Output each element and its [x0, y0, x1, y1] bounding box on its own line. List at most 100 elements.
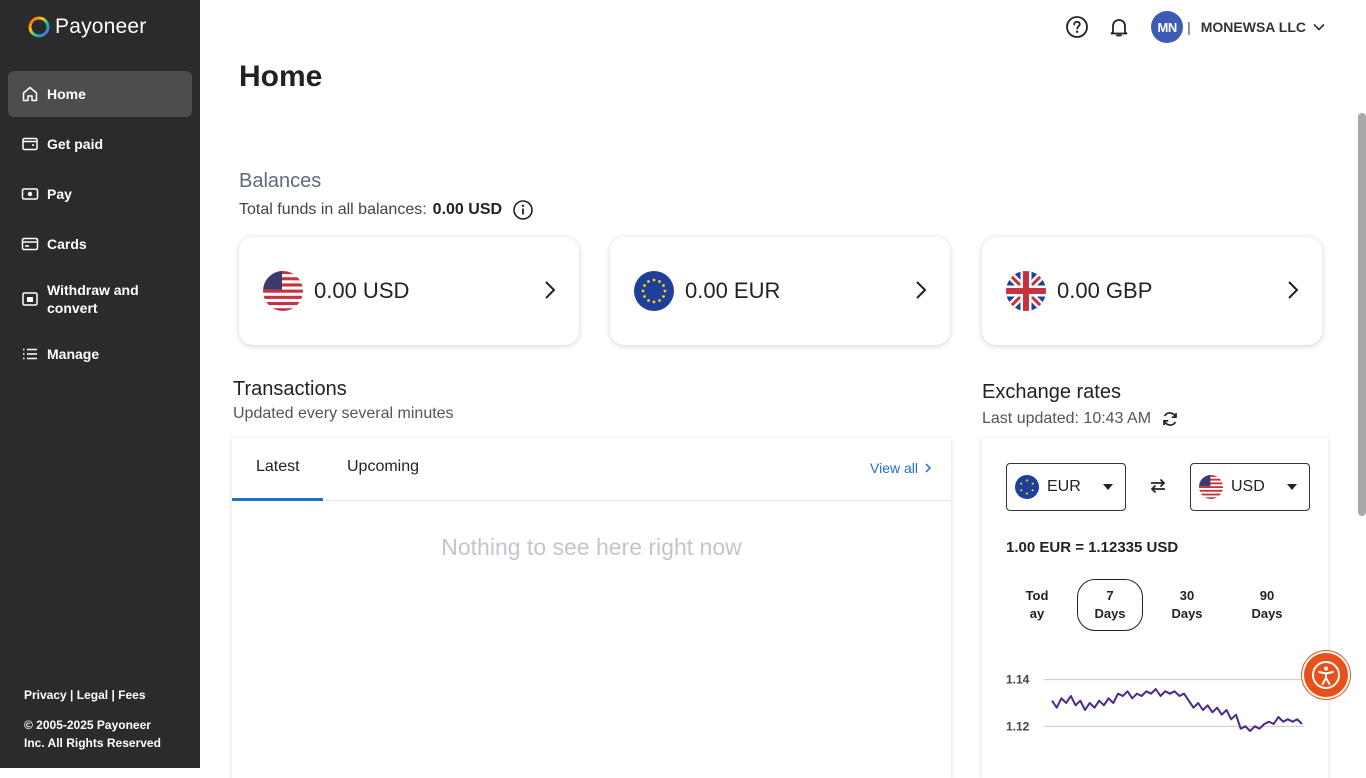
footer-separator: |: [70, 688, 77, 702]
exchange-rate: 1.00 EUR = 1.12335 USD: [1006, 539, 1179, 556]
to-currency-select[interactable]: USD: [1190, 463, 1310, 511]
sidebar-item-label: Cards: [47, 236, 87, 252]
total-funds: Total funds in all balances: 0.00 USD: [239, 199, 534, 221]
balances-heading: Balances: [239, 170, 322, 192]
chart-y-tick-label: 1.14: [1006, 673, 1030, 687]
sidebar-item-withdraw[interactable]: Withdraw and convert: [8, 271, 192, 327]
uk-flag-icon: [1006, 271, 1046, 311]
us-flag-icon: [1199, 475, 1223, 499]
range-line: Tod: [1025, 588, 1049, 603]
to-currency-value: USD: [1231, 478, 1265, 495]
info-icon[interactable]: [512, 199, 534, 221]
sidebar-nav: Home Get paid Pay Cards Withdraw and con…: [8, 71, 192, 381]
fees-link[interactable]: Fees: [118, 688, 145, 702]
transactions-panel: Latest Upcoming View all Nothing to see …: [232, 438, 951, 778]
active-tab-indicator: [232, 498, 323, 501]
last-updated-text: Last updated: 10:43 AM: [982, 410, 1152, 427]
range-7-days[interactable]: 7 Days: [1077, 579, 1143, 631]
transactions-subheading: Updated every several minutes: [233, 405, 454, 422]
tab-upcoming[interactable]: Upcoming: [347, 458, 419, 476]
privacy-link[interactable]: Privacy: [24, 688, 67, 702]
transactions-tabs: Latest Upcoming View all: [232, 438, 951, 501]
exchange-heading: Exchange rates: [982, 381, 1121, 403]
view-all-label: View all: [870, 460, 918, 476]
range-line: Days: [1171, 606, 1203, 621]
footer-links: Privacy | Legal | Fees: [24, 688, 146, 702]
eu-flag-icon: [1015, 475, 1039, 499]
caret-down-icon: [1287, 484, 1297, 490]
sidebar: Payoneer Home Get paid Pay Cards Withdra…: [0, 0, 200, 768]
range-line: 7: [1106, 588, 1114, 603]
sidebar-item-get-paid[interactable]: Get paid: [8, 121, 192, 167]
chevron-right-icon: [916, 281, 927, 299]
sidebar-item-label: Manage: [47, 346, 100, 362]
balance-amount: 0.00 GBP: [1057, 278, 1153, 303]
balance-amount: 0.00 EUR: [685, 278, 781, 303]
eu-flag-icon: [634, 271, 674, 311]
header-separator: |: [1187, 19, 1191, 35]
page-scrollbar[interactable]: [1358, 113, 1366, 516]
range-90-days[interactable]: 90 Days: [1234, 579, 1300, 631]
view-all-link[interactable]: View all: [870, 460, 932, 476]
from-currency-value: EUR: [1047, 478, 1081, 495]
sidebar-item-manage[interactable]: Manage: [8, 331, 192, 377]
list-icon: [23, 348, 37, 360]
chart-series-line: [1051, 688, 1303, 732]
sidebar-item-label: Home: [47, 86, 86, 102]
sidebar-item-label: Withdraw and convert: [47, 282, 139, 316]
range-line: Days: [1251, 606, 1283, 621]
balance-amount: 0.00 USD: [314, 278, 410, 303]
total-funds-label: Total funds in all balances:: [239, 201, 427, 218]
money-icon: [21, 188, 39, 200]
caret-down-icon: [1103, 484, 1113, 490]
transactions-heading: Transactions: [233, 378, 347, 400]
sidebar-item-label: Pay: [47, 186, 72, 202]
legal-link[interactable]: Legal: [77, 688, 108, 702]
refresh-icon[interactable]: [1161, 410, 1179, 428]
accessibility-button[interactable]: [1304, 653, 1348, 697]
us-flag-icon: [263, 271, 303, 311]
sidebar-item-pay[interactable]: Pay: [8, 171, 192, 217]
range-line: Days: [1094, 606, 1126, 621]
wallet-icon: [22, 137, 38, 151]
help-icon[interactable]: [1065, 15, 1089, 39]
exchange-rate-chart: 1.14 1.12: [1006, 673, 1304, 733]
tab-latest[interactable]: Latest: [256, 458, 300, 476]
avatar[interactable]: MN: [1151, 11, 1184, 43]
copyright: © 2005-2025 Payoneer Inc. All Rights Res…: [24, 718, 161, 750]
balance-card-eur[interactable]: 0.00 EUR: [610, 237, 950, 345]
exchange-last-updated: Last updated: 10:43 AM: [982, 410, 1179, 428]
exchange-panel: EUR USD 1.00 EUR = 1.12335 USD Tod ay 7 Da…: [982, 438, 1328, 778]
home-icon: [22, 86, 38, 102]
range-line: 90: [1259, 588, 1275, 603]
sidebar-item-cards[interactable]: Cards: [8, 221, 192, 267]
payoneer-logo[interactable]: Payoneer: [27, 15, 147, 39]
empty-state: Nothing to see here right now: [441, 534, 742, 560]
page-title: Home: [239, 60, 323, 93]
total-funds-value: 0.00 USD: [432, 201, 503, 218]
range-today[interactable]: Tod ay: [1004, 579, 1070, 631]
chevron-down-icon: [1313, 23, 1325, 31]
chevron-right-icon: [1288, 281, 1299, 299]
from-currency-select[interactable]: EUR: [1006, 463, 1126, 511]
chevron-right-icon: [545, 281, 556, 299]
balance-card-gbp[interactable]: 0.00 GBP: [982, 237, 1322, 345]
card-icon: [21, 237, 39, 251]
sidebar-item-label: Get paid: [47, 136, 104, 152]
notifications-bell-icon[interactable]: [1107, 15, 1131, 39]
company-name: MONEWSA LLC: [1200, 19, 1306, 35]
top-bar: MN | MONEWSA LLC: [1065, 11, 1326, 43]
range-30-days[interactable]: 30 Days: [1154, 579, 1220, 631]
swap-icon[interactable]: [1148, 476, 1168, 496]
range-line: ay: [1029, 606, 1045, 621]
account-menu[interactable]: | MONEWSA LLC: [1187, 19, 1326, 35]
payoneer-logo-icon: [28, 16, 50, 38]
balance-card-usd[interactable]: 0.00 USD: [239, 237, 579, 345]
chevron-right-icon: [925, 463, 932, 473]
accessibility-icon: [1312, 661, 1340, 689]
sidebar-item-home[interactable]: Home: [8, 71, 192, 117]
brand-name: Payoneer: [55, 15, 147, 38]
range-line: 30: [1179, 588, 1195, 603]
chart-y-tick-label: 1.12: [1006, 719, 1030, 733]
withdraw-icon: [22, 292, 38, 306]
